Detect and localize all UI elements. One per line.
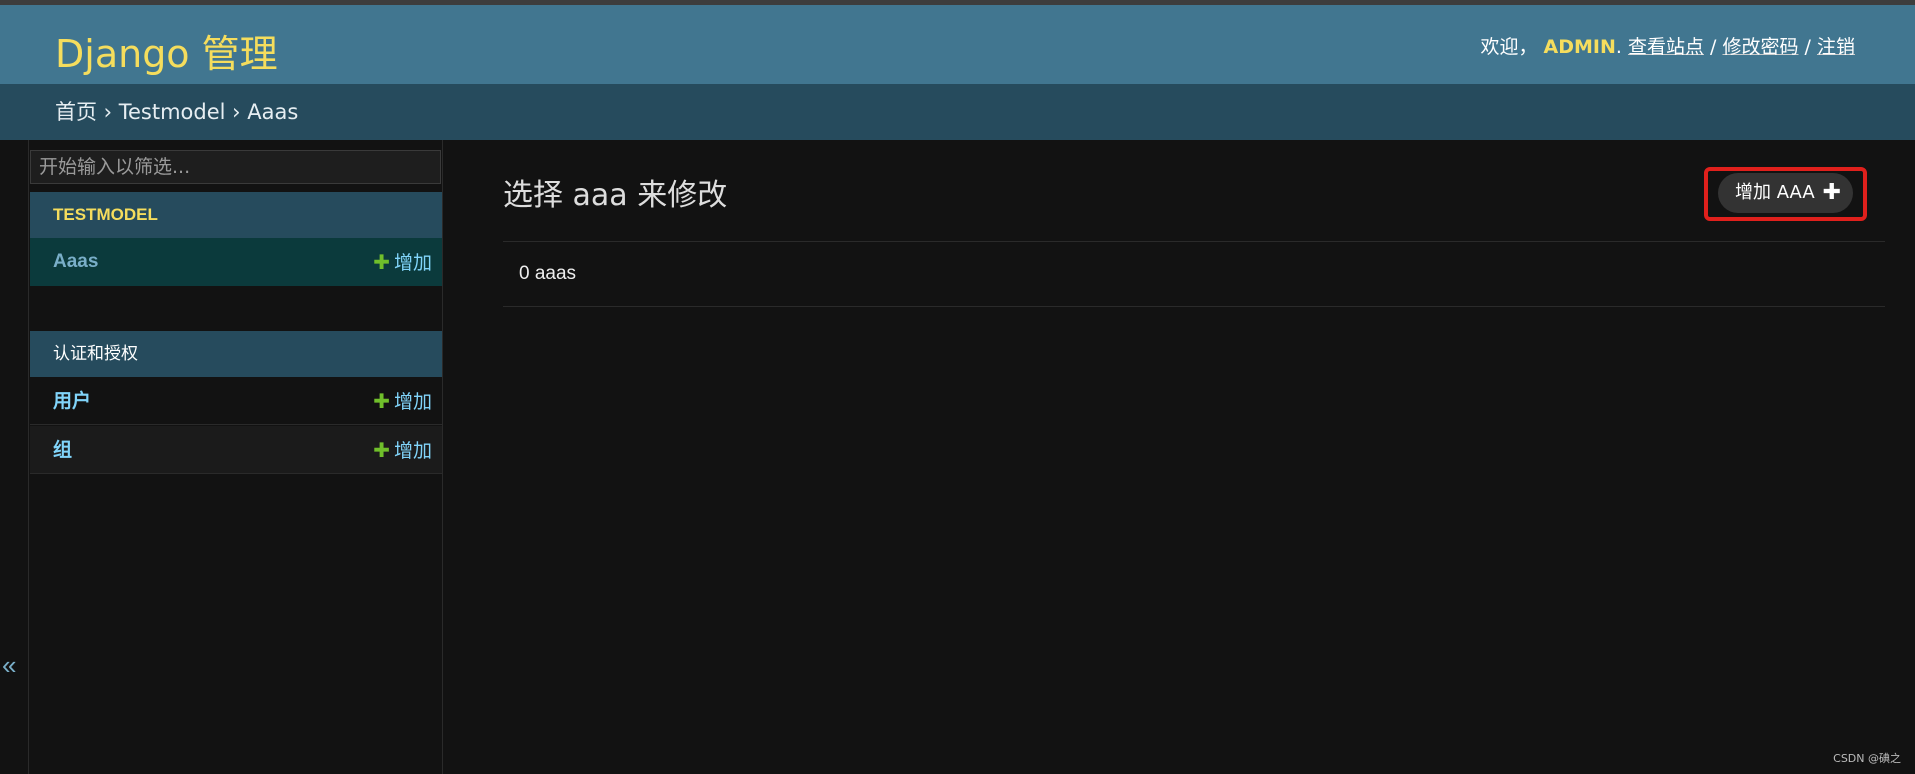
add-label: 增加	[393, 440, 432, 462]
welcome-text: 欢迎，	[1480, 36, 1538, 58]
sidebar: 开始输入以筛选... TESTMODEL Aaas ✚ 增加 认证和授权 用户 ✚…	[29, 140, 443, 774]
user-tools: 欢迎， ADMIN. 查看站点 / 修改密码 / 注销	[1480, 32, 1855, 59]
sidebar-item-groups[interactable]: 组 ✚ 增加	[30, 426, 442, 474]
logout-link[interactable]: 注销	[1817, 36, 1855, 58]
breadcrumb-separator: ›	[225, 100, 248, 124]
header: Django 管理 欢迎， ADMIN. 查看站点 / 修改密码 / 注销	[0, 5, 1915, 84]
main-content: 选择 aaa 来修改 增加 AAA ✚ 0 aaas	[443, 140, 1915, 774]
module-caption-auth[interactable]: 认证和授权	[30, 331, 442, 377]
collapse-sidebar-icon[interactable]: «	[2, 650, 16, 681]
model-link-groups[interactable]: 组	[53, 439, 72, 461]
add-button-label: 增加 AAA	[1735, 182, 1815, 203]
add-aaas-link[interactable]: ✚ 增加	[373, 238, 432, 287]
page-title: 选择 aaa 来修改	[503, 178, 728, 213]
add-label: 增加	[393, 252, 432, 274]
breadcrumb-model: Aaas	[247, 100, 299, 124]
add-label: 增加	[393, 391, 432, 413]
plus-icon: ✚	[1822, 180, 1841, 205]
separator: /	[1704, 36, 1723, 58]
breadcrumb-home[interactable]: 首页	[55, 100, 97, 124]
model-link-users[interactable]: 用户	[53, 390, 91, 412]
sidebar-item-users[interactable]: 用户 ✚ 增加	[30, 377, 442, 425]
username: ADMIN	[1543, 36, 1616, 58]
view-site-link[interactable]: 查看站点	[1628, 36, 1704, 58]
model-link-aaas[interactable]: Aaas	[53, 251, 98, 272]
result-count: 0 aaas	[503, 241, 1885, 307]
plus-icon: ✚	[373, 389, 390, 413]
change-password-link[interactable]: 修改密码	[1722, 36, 1798, 58]
plus-icon: ✚	[373, 250, 390, 274]
module-caption-testmodel[interactable]: TESTMODEL	[30, 192, 442, 238]
breadcrumb: 首页 › Testmodel › Aaas	[0, 84, 1915, 140]
period: .	[1615, 36, 1622, 58]
sidebar-item-aaas[interactable]: Aaas ✚ 增加	[30, 238, 442, 286]
add-groups-link[interactable]: ✚ 增加	[373, 426, 432, 475]
sidebar-filter-input[interactable]: 开始输入以筛选...	[30, 150, 441, 184]
add-aaa-button[interactable]: 增加 AAA ✚	[1718, 173, 1853, 213]
site-brand[interactable]: Django 管理	[55, 23, 278, 78]
plus-icon: ✚	[373, 438, 390, 462]
breadcrumb-separator: ›	[97, 100, 119, 124]
separator: /	[1798, 36, 1817, 58]
watermark: CSDN @碘之	[1833, 752, 1901, 765]
sidebar-toggle-strip[interactable]: «	[0, 140, 29, 774]
breadcrumb-app[interactable]: Testmodel	[119, 100, 226, 124]
add-users-link[interactable]: ✚ 增加	[373, 377, 432, 426]
